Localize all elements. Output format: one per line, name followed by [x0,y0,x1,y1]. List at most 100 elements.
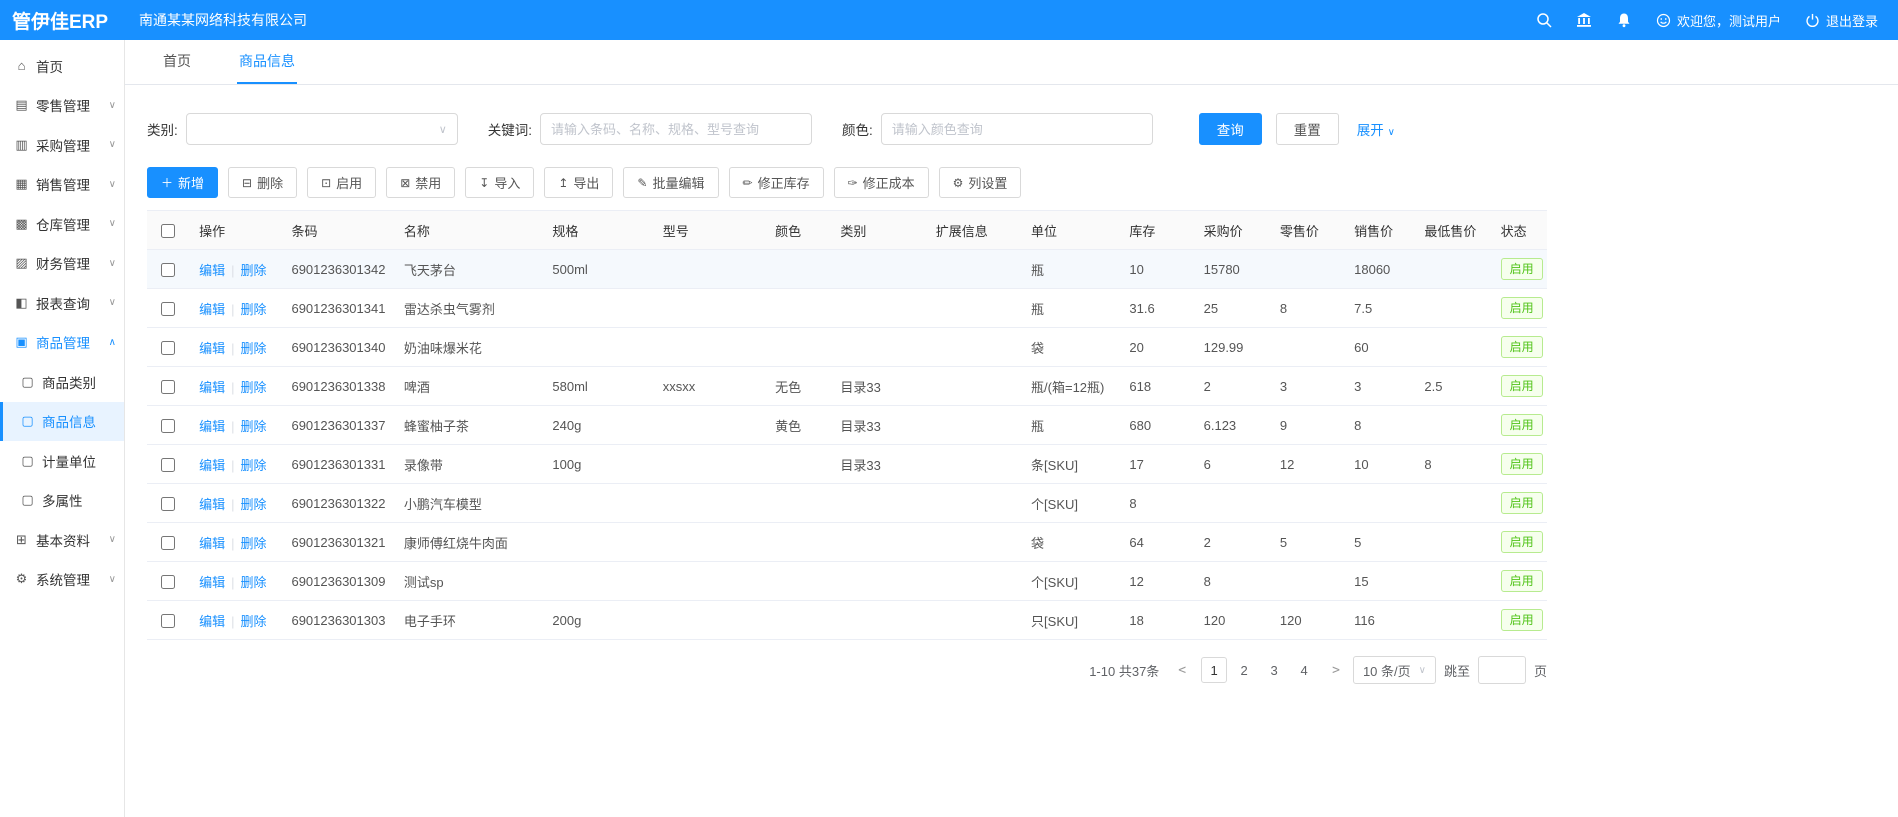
delete-link[interactable]: 删除 [241,380,267,395]
edit-link[interactable]: 编辑 [199,341,225,356]
row-checkbox[interactable] [161,458,175,472]
fix-cost-button[interactable]: ✑修正成本 [834,167,929,198]
tab-goods-info[interactable]: 商品信息 [237,40,297,84]
search-button[interactable]: 查询 [1199,113,1262,145]
sidebar-item-label: 首页 [36,56,63,76]
reset-button[interactable]: 重置 [1276,113,1339,145]
fix-stock-button[interactable]: ✏修正库存 [729,167,824,198]
edit-link[interactable]: 编辑 [199,536,225,551]
page-1-button[interactable]: 1 [1201,657,1227,683]
logout-button[interactable]: 退出登录 [1805,11,1878,30]
cell-barcode: 6901236301342 [281,250,393,289]
status-badge: 启用 [1501,609,1543,631]
edit-link[interactable]: 编辑 [199,380,225,395]
cell-name: 奶油味爆米花 [394,328,543,367]
delete-link[interactable]: 删除 [241,263,267,278]
cell-ext [926,250,1021,289]
import-button[interactable]: ↧导入 [465,167,534,198]
report-icon: ◧ [13,295,30,311]
edit-link[interactable]: 编辑 [199,575,225,590]
delete-link[interactable]: 删除 [241,497,267,512]
search-icon[interactable] [1536,12,1552,28]
sidebar-item-home[interactable]: ⌂首页 [0,46,124,86]
edit-link[interactable]: 编辑 [199,614,225,629]
expand-link[interactable]: 展开 ∨ [1357,119,1395,139]
row-checkbox[interactable] [161,341,175,355]
cell-sale_price [1344,484,1414,523]
warehouse-icon: ▩ [13,216,30,232]
delete-link[interactable]: 删除 [241,614,267,629]
cell-barcode: 6901236301341 [281,289,393,328]
page-4-button[interactable]: 4 [1291,657,1317,683]
row-checkbox[interactable] [161,263,175,277]
sidebar-item-measure-unit[interactable]: ▢计量单位 [0,441,124,481]
prev-page-button[interactable]: < [1173,663,1191,678]
cell-ext [926,406,1021,445]
jump-page-input[interactable] [1478,656,1526,684]
row-checkbox[interactable] [161,419,175,433]
cell-color [765,601,830,640]
color-input[interactable] [881,113,1153,145]
edit-link[interactable]: 编辑 [199,419,225,434]
sidebar-item-retail[interactable]: ▤零售管理∨ [0,86,124,126]
sidebar-item-warehouse[interactable]: ▩仓库管理∨ [0,204,124,244]
disable-button[interactable]: ⊠禁用 [386,167,455,198]
sidebar-item-label: 采购管理 [36,135,90,155]
sidebar-item-goods[interactable]: ▣商品管理∧ [0,323,124,363]
edit-link[interactable]: 编辑 [199,302,225,317]
delete-link[interactable]: 删除 [241,302,267,317]
sidebar-item-basic-data[interactable]: ⊞基本资料∨ [0,520,124,560]
column-settings-button[interactable]: ⚙列设置 [939,167,1022,198]
cell-stock: 18 [1119,601,1193,640]
row-checkbox[interactable] [161,497,175,511]
chevron-down-icon: ∨ [109,139,116,150]
cell-retail_price [1270,250,1344,289]
retail-icon: ▤ [13,97,30,113]
edit-link[interactable]: 编辑 [199,458,225,473]
sidebar-item-reports[interactable]: ◧报表查询∨ [0,283,124,323]
page-3-button[interactable]: 3 [1261,657,1287,683]
bell-icon[interactable] [1616,12,1632,28]
bank-icon[interactable] [1576,12,1592,28]
row-checkbox[interactable] [161,536,175,550]
category-select[interactable]: ∨ [186,113,458,145]
page-numbers: 1234 [1199,657,1319,683]
delete-button[interactable]: ⊟删除 [228,167,297,198]
tab-home[interactable]: 首页 [161,40,193,84]
sidebar-item-goods-category[interactable]: ▢商品类别 [0,362,124,402]
edit-link[interactable]: 编辑 [199,497,225,512]
welcome-user[interactable]: 欢迎您，测试用户 [1656,11,1781,30]
keyword-input[interactable] [540,113,812,145]
delete-link[interactable]: 删除 [241,575,267,590]
sidebar-item-finance[interactable]: ▨财务管理∨ [0,244,124,284]
column-header-name: 名称 [394,211,543,250]
delete-link[interactable]: 删除 [241,458,267,473]
page-2-button[interactable]: 2 [1231,657,1257,683]
delete-link[interactable]: 删除 [241,536,267,551]
sidebar-item-purchase[interactable]: ▥采购管理∨ [0,125,124,165]
next-page-button[interactable]: > [1327,663,1345,678]
table-header-row: 操作条码名称规格型号颜色类别扩展信息单位库存采购价零售价销售价最低售价状态 [147,211,1547,250]
sidebar-item-system[interactable]: ⚙系统管理∨ [0,560,124,600]
tab-bar: 首页商品信息 [125,40,1898,85]
enable-button[interactable]: ⊡启用 [307,167,376,198]
page-size-select[interactable]: 10 条/页 ∨ [1353,656,1436,684]
export-button[interactable]: ↥导出 [544,167,613,198]
sidebar-item-sales[interactable]: ▦销售管理∨ [0,165,124,205]
row-checkbox[interactable] [161,614,175,628]
edit-link[interactable]: 编辑 [199,263,225,278]
cell-stock: 17 [1119,445,1193,484]
cell-name: 录像带 [394,445,543,484]
sidebar-item-multi-attribute[interactable]: ▢多属性 [0,481,124,521]
select-all-checkbox[interactable] [161,224,175,238]
main-area: 首页商品信息 类别: ∨ 关键词: 颜色: 查询 重置 展开 ∨ ＋新增⊟删除⊡… [125,40,1898,817]
row-checkbox[interactable] [161,302,175,316]
batch-edit-button[interactable]: ✎批量编辑 [623,167,718,198]
delete-link[interactable]: 删除 [241,341,267,356]
add-button[interactable]: ＋新增 [147,167,218,198]
row-checkbox[interactable] [161,380,175,394]
sidebar-item-goods-info[interactable]: ▢商品信息 [0,402,124,442]
delete-link[interactable]: 删除 [241,419,267,434]
row-checkbox[interactable] [161,575,175,589]
sidebar-item-label: 商品类别 [42,372,96,392]
